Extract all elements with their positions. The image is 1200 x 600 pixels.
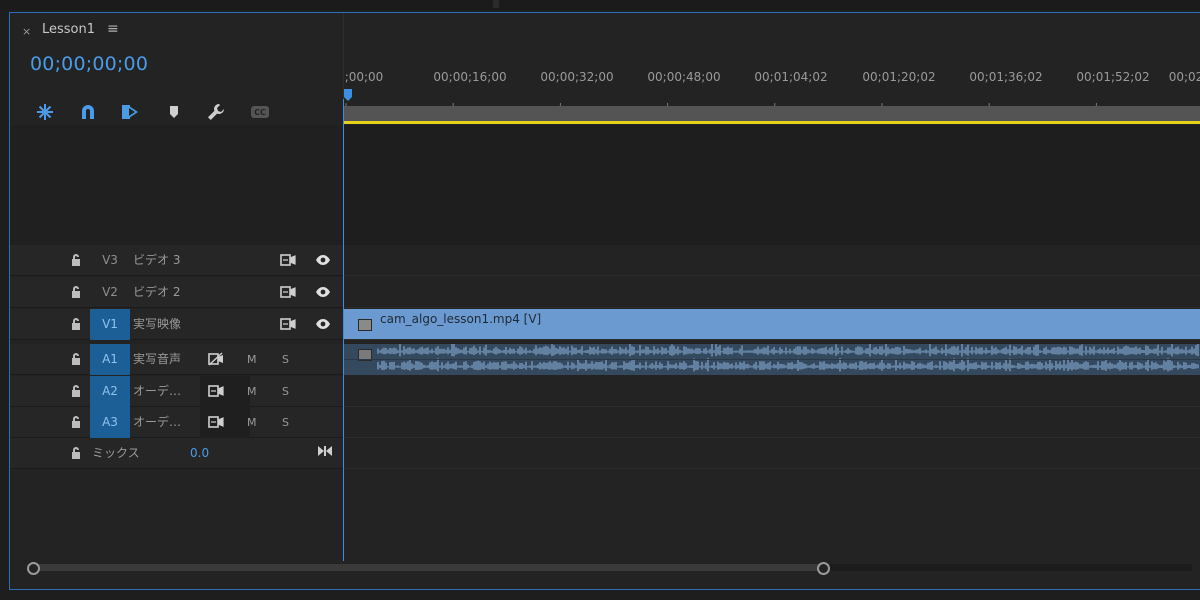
top-bar <box>0 0 1200 10</box>
horizontal-zoom-scrollbar[interactable] <box>10 561 1200 575</box>
lock-icon[interactable] <box>70 285 82 299</box>
sync-lock-icon[interactable] <box>280 317 296 331</box>
track-target-a2[interactable]: A2 <box>90 376 130 407</box>
scroll-left-handle-icon[interactable] <box>27 562 40 575</box>
work-area-bar[interactable] <box>344 106 1200 122</box>
ruler-label: 00;00;32;00 <box>540 70 614 84</box>
go-to-in-out-icon[interactable] <box>317 444 333 458</box>
track-name[interactable]: オーデ… <box>133 407 181 438</box>
solo-button[interactable]: S <box>282 376 289 407</box>
timeline-panel: × Lesson1 ≡ 00;00;00;00 CC ;00;00 00;00;… <box>9 12 1200 590</box>
sync-lock-icon[interactable] <box>280 285 296 299</box>
lock-icon[interactable] <box>70 352 82 366</box>
lock-icon[interactable] <box>70 317 82 331</box>
track-target-a3[interactable]: A3 <box>90 407 130 438</box>
audio-clip[interactable] <box>344 344 1200 375</box>
track-lane-v2[interactable] <box>344 277 1200 308</box>
linked-selection-icon[interactable] <box>118 100 142 124</box>
ruler-label: 00;02 <box>1168 70 1200 84</box>
timeline-toolbar: CC <box>10 98 343 128</box>
track-name[interactable]: ビデオ 3 <box>133 245 180 276</box>
fx-badge-icon <box>358 319 372 331</box>
track-target-v3[interactable]: V3 <box>90 245 130 276</box>
eye-icon[interactable] <box>315 254 331 266</box>
track-header-a3[interactable]: A3 オーデ… M S <box>10 407 343 438</box>
voiceover-record-icon[interactable] <box>208 352 224 366</box>
audio-waveform <box>344 344 1200 372</box>
solo-button[interactable]: S <box>282 344 289 375</box>
track-lane-mix[interactable] <box>344 438 1200 469</box>
track-name[interactable]: オーデ… <box>133 376 181 407</box>
tab-close-button[interactable]: × <box>22 25 31 38</box>
playhead-line[interactable] <box>343 99 344 561</box>
track-lane-a2[interactable] <box>344 376 1200 407</box>
track-header-v2[interactable]: V2 ビデオ 2 <box>10 277 343 308</box>
scrollbar-thumb[interactable] <box>32 564 822 571</box>
playhead-icon[interactable] <box>344 89 352 101</box>
eye-icon[interactable] <box>315 286 331 298</box>
track-header-v1[interactable]: V1 実写映像 <box>10 309 343 340</box>
work-area-indicator <box>344 121 1200 124</box>
track-name[interactable]: 実写音声 <box>133 344 181 375</box>
ruler-label: 00;01;52;02 <box>1076 70 1150 84</box>
snap-icon[interactable] <box>76 100 100 124</box>
track-header-v3[interactable]: V3 ビデオ 3 <box>10 245 343 276</box>
mute-button[interactable]: M <box>247 407 257 438</box>
track-target-v1[interactable]: V1 <box>90 309 130 340</box>
track-header-empty-area <box>10 125 343 245</box>
track-lane-a3[interactable] <box>344 407 1200 438</box>
track-name[interactable]: 実写映像 <box>133 309 181 340</box>
ruler-label: 00;01;04;02 <box>754 70 828 84</box>
track-header-a2[interactable]: A2 オーデ… M S <box>10 376 343 407</box>
ruler-label: 00;01;36;02 <box>969 70 1043 84</box>
settings-wrench-icon[interactable] <box>204 100 228 124</box>
captions-icon[interactable]: CC <box>248 100 272 124</box>
svg-text:CC: CC <box>254 108 266 117</box>
solo-button[interactable]: S <box>282 407 289 438</box>
lock-icon[interactable] <box>70 446 82 460</box>
ruler-label: 00;00;16;00 <box>433 70 507 84</box>
ruler-label: ;00;00 <box>344 70 384 84</box>
track-name[interactable]: ビデオ 2 <box>133 277 180 308</box>
add-marker-icon[interactable] <box>162 100 186 124</box>
ruler-label: 00;01;20;02 <box>862 70 936 84</box>
track-header-empty-area <box>10 469 343 561</box>
voiceover-record-icon[interactable] <box>208 384 224 398</box>
sync-lock-icon[interactable] <box>280 253 296 267</box>
panel-divider[interactable] <box>493 0 499 8</box>
mix-label: ミックス <box>92 446 140 460</box>
ruler-label: 00;00;48;00 <box>647 70 721 84</box>
lock-icon[interactable] <box>70 415 82 429</box>
nest-icon[interactable] <box>33 100 57 124</box>
track-target-a1[interactable]: A1 <box>90 344 130 375</box>
mute-button[interactable]: M <box>247 376 257 407</box>
video-clip[interactable]: cam_algo_lesson1.mp4 [V] <box>344 309 1200 339</box>
scroll-right-handle-icon[interactable] <box>817 562 830 575</box>
mute-button[interactable]: M <box>247 344 257 375</box>
lock-icon[interactable] <box>70 384 82 398</box>
track-header-mix[interactable]: ミックス 0.0 <box>10 438 343 469</box>
voiceover-record-icon[interactable] <box>208 415 224 429</box>
panel-tab-row: × Lesson1 ≡ <box>10 13 1200 49</box>
lock-icon[interactable] <box>70 253 82 267</box>
playhead-timecode[interactable]: 00;00;00;00 <box>30 53 148 75</box>
track-target-v2[interactable]: V2 <box>90 277 130 308</box>
sequence-tab[interactable]: Lesson1 <box>42 22 95 37</box>
timeline-empty-area[interactable] <box>344 125 1200 245</box>
eye-icon[interactable] <box>315 318 331 330</box>
panel-menu-icon[interactable]: ≡ <box>107 21 119 37</box>
track-header-a1[interactable]: A1 実写音声 M S <box>10 344 343 375</box>
track-lane-v3[interactable] <box>344 245 1200 276</box>
mix-volume-value[interactable]: 0.0 <box>190 438 209 469</box>
clip-name: cam_algo_lesson1.mp4 [V] <box>380 312 542 326</box>
